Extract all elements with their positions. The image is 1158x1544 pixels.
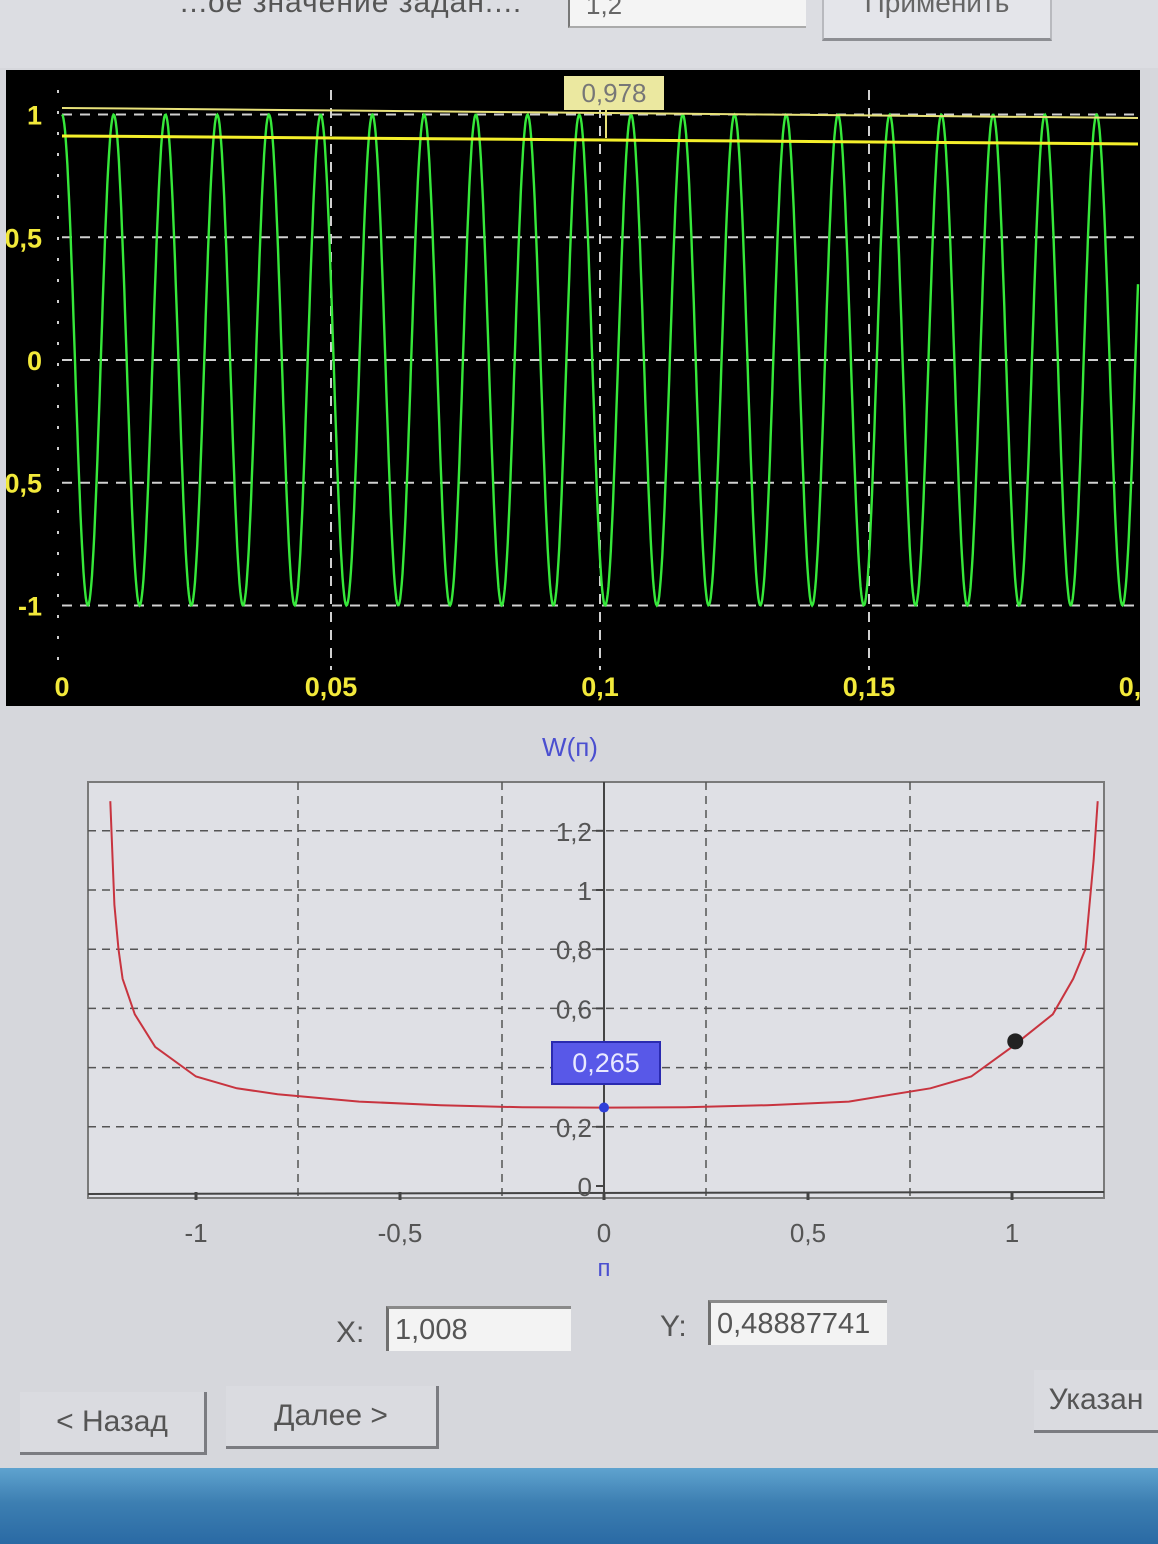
y-tick-label: 0,6: [556, 994, 592, 1024]
x-label: X:: [336, 1316, 365, 1349]
signal-chart: 0,978 1 0,5 0 0,5 -1 0 0,05 0,1 0,15 0,: [6, 76, 1140, 702]
level-value-label: 0,978: [581, 78, 646, 108]
x-tick-label: 0,1: [581, 672, 619, 702]
y-tick-label: 0,5: [6, 223, 42, 253]
top-toolbar: ...ое значение задан...: 1,2 Применить: [0, 0, 1158, 68]
x-tick-label: 0,: [1119, 672, 1140, 702]
cursor-point: [599, 1102, 609, 1113]
cursor-value-label: 0,265: [572, 1048, 640, 1078]
plot-area: [87, 781, 1105, 1199]
x-tick-label: 0,5: [790, 1218, 826, 1248]
instructions-button[interactable]: Указан: [1034, 1370, 1158, 1433]
pdf-chart-panel: W(п)00,20,40,60,811,2-1-0,500,51п0,265: [0, 720, 1158, 1295]
y-value-field[interactable]: 0,48887741: [708, 1300, 887, 1345]
y-tick-label: 0,5: [6, 469, 42, 499]
y-tick-label: 1: [578, 876, 592, 906]
y-tick-label: 1: [27, 101, 42, 131]
level-line: [61, 134, 1139, 146]
signal-scope: 0,978 1 0,5 0 0,5 -1 0 0,05 0,1 0,15 0,: [6, 70, 1140, 706]
y-tick-label: -1: [18, 591, 42, 621]
x-tick-label: -1: [184, 1218, 207, 1248]
x-tick-label: 0,05: [305, 672, 358, 702]
apply-button[interactable]: Применить: [822, 0, 1052, 41]
y-label: Y:: [660, 1310, 687, 1343]
y-tick-label: 0: [27, 346, 42, 376]
chart-title: W(п): [542, 732, 598, 762]
next-button[interactable]: Далее >: [226, 1386, 439, 1449]
x-tick-label: 1: [1005, 1218, 1019, 1248]
taskbar: [0, 1468, 1158, 1544]
level-value-badge: 0,978: [564, 76, 664, 110]
back-button[interactable]: < Назад: [20, 1392, 207, 1455]
x-tick-label: 0,15: [843, 672, 896, 702]
x-tick-label: -0,5: [378, 1218, 423, 1248]
cursor-value-badge: 0,265: [551, 1041, 661, 1085]
y-tick-label: 0,2: [556, 1113, 592, 1143]
amplitude-label: ...ое значение задан...:: [180, 0, 523, 19]
x-value-field[interactable]: 1,008: [386, 1306, 571, 1351]
y-tick-label: 1,2: [556, 817, 592, 847]
amplitude-input[interactable]: 1,2: [568, 0, 806, 28]
x-tick-label: 0: [597, 1218, 611, 1248]
y-tick-label: 0,8: [556, 935, 592, 965]
x-tick-label: 0: [54, 672, 69, 702]
pdf-chart: W(п)00,20,40,60,811,2-1-0,500,51п0,265: [87, 732, 1105, 1282]
x-axis-label: п: [598, 1255, 611, 1282]
y-tick-label: 0: [578, 1172, 592, 1202]
marker-point: [1007, 1033, 1024, 1050]
